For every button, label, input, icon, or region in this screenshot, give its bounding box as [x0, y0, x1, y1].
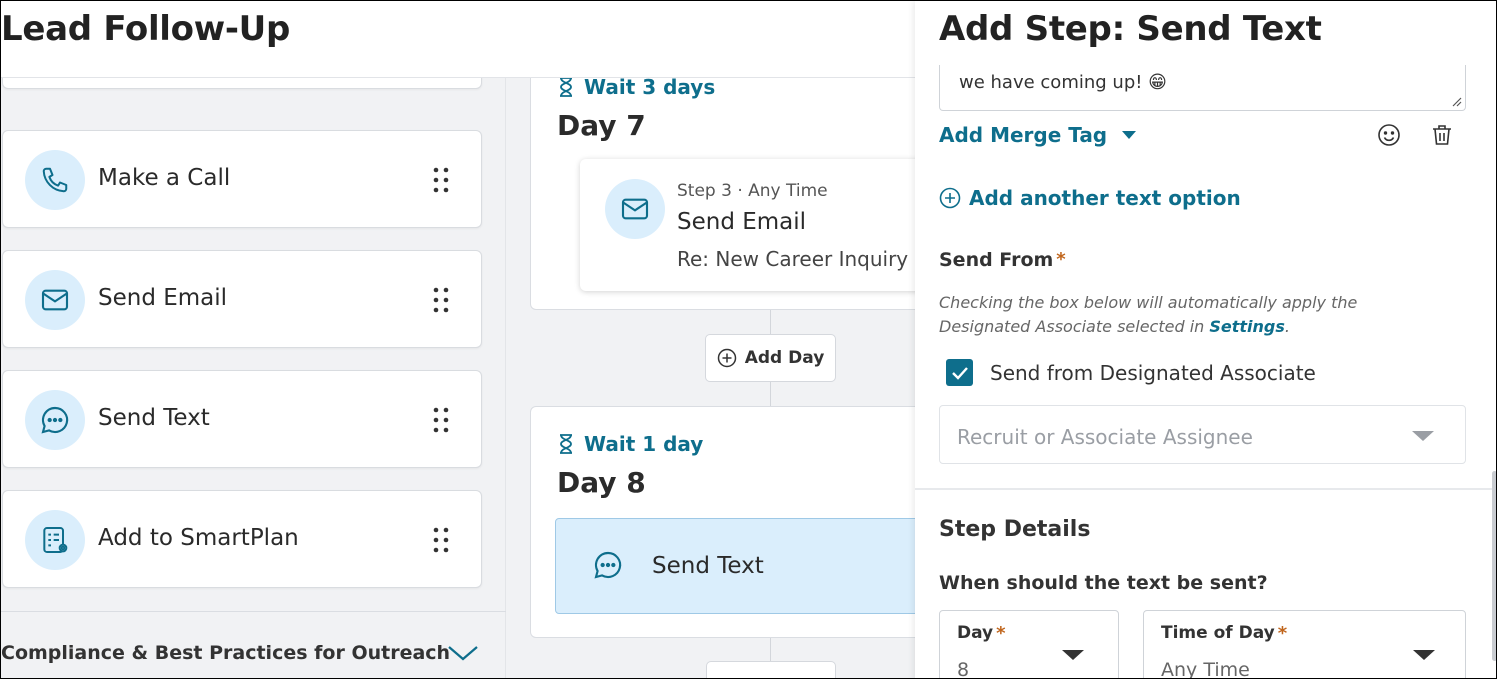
wait-text: Wait 3 days [584, 75, 716, 99]
drag-handle-icon[interactable] [431, 286, 451, 314]
add-text-option-button[interactable]: Add another text option [939, 186, 1241, 210]
add-day-label: Add Day [744, 348, 825, 368]
add-day-button[interactable]: Add Day [705, 334, 836, 382]
action-label: Add to SmartPlan [98, 525, 299, 551]
add-merge-tag-dropdown[interactable]: Add Merge Tag [939, 123, 1137, 147]
checkmark-icon [951, 366, 968, 380]
app-window: Make a Call Send Email Send Text Add to … [0, 0, 1497, 679]
hourglass-icon [560, 434, 572, 454]
chevron-down-icon[interactable] [447, 644, 479, 662]
caret-down-icon [1122, 131, 1137, 139]
step-card-text-selected[interactable]: Send Text [555, 518, 935, 614]
emoji-icon[interactable] [1377, 123, 1401, 147]
drag-handle-icon[interactable] [431, 526, 451, 554]
hourglass-icon [560, 77, 572, 97]
help-text-body: Checking the box below will automaticall… [939, 293, 1358, 336]
merge-tag-label: Add Merge Tag [939, 123, 1108, 147]
step-title: Send Text [652, 553, 764, 579]
checkbox-label[interactable]: Send from Designated Associate [990, 361, 1316, 385]
drag-handle-icon[interactable] [431, 406, 451, 434]
send-from-text: Send From [939, 249, 1054, 271]
page-header: Lead Follow-Up [1, 1, 915, 78]
add-day-button-partial[interactable] [706, 661, 836, 678]
day-label-text: Day [957, 623, 994, 643]
required-mark: * [1277, 623, 1288, 644]
designated-associate-checkbox[interactable] [946, 359, 973, 386]
assignee-select[interactable]: Recruit or Associate Assignee [939, 405, 1466, 464]
when-label: When should the text be sent? [939, 572, 1268, 594]
day-7-block: Wait 3 days Day 7 Step 3 · Any Time Send… [530, 51, 960, 310]
resize-handle-icon[interactable] [1450, 95, 1462, 107]
mail-icon [25, 270, 85, 330]
caret-down-icon [1413, 650, 1435, 660]
phone-icon [25, 150, 85, 210]
step-title: Send Email [677, 209, 807, 235]
help-text-end: . [1284, 317, 1290, 336]
action-send-text[interactable]: Send Text [2, 370, 482, 468]
step-meta: Step 3 · Any Time [677, 181, 828, 201]
day-title: Day 8 [557, 466, 646, 499]
caret-down-icon [1062, 650, 1084, 660]
add-option-label: Add another text option [969, 186, 1241, 210]
divider [915, 488, 1496, 490]
send-from-label: Send From * [939, 249, 1066, 271]
step-details-title: Step Details [939, 517, 1091, 542]
step-card-email[interactable]: Step 3 · Any Time Send Email Re: New Car… [580, 159, 960, 291]
day-field-value: 8 [957, 659, 970, 679]
smartplan-icon [25, 510, 85, 570]
wait-label: Wait 1 day [558, 432, 703, 456]
day-title: Day 7 [557, 109, 646, 142]
wait-label: Wait 3 days [558, 75, 715, 99]
panel-title: Add Step: Send Text [939, 9, 1322, 49]
caret-down-icon [1412, 431, 1434, 441]
settings-link[interactable]: Settings [1209, 317, 1285, 336]
trash-icon[interactable] [1430, 123, 1454, 147]
time-field-label: Time of Day * [1161, 623, 1287, 644]
plus-circle-icon [939, 187, 961, 209]
action-send-email[interactable]: Send Email [2, 250, 482, 348]
panel-scrollbar[interactable] [1492, 471, 1496, 661]
page-title: Lead Follow-Up [1, 9, 290, 49]
actions-panel: Make a Call Send Email Send Text Add to … [1, 1, 506, 678]
step-subject: Re: New Career Inquiry [677, 247, 909, 271]
plus-circle-icon [717, 348, 736, 368]
chat-icon [594, 551, 622, 579]
action-label: Send Email [98, 285, 228, 311]
message-textarea[interactable]: we have coming up! 😁 [939, 65, 1466, 111]
help-text: Checking the box below will automaticall… [939, 291, 1409, 339]
mail-icon [605, 179, 665, 239]
required-mark: * [996, 623, 1006, 644]
message-text: we have coming up! 😁 [959, 72, 1167, 93]
day-field-label: Day * [957, 623, 1006, 644]
assignee-placeholder: Recruit or Associate Assignee [957, 425, 1253, 449]
required-mark: * [1056, 249, 1066, 270]
compliance-title: Compliance & Best Practices for Outreach [1, 642, 451, 664]
chat-icon [25, 390, 85, 450]
action-label: Make a Call [98, 165, 231, 191]
time-field-value: Any Time [1161, 659, 1250, 679]
compliance-section[interactable]: Compliance & Best Practices for Outreach [1, 611, 506, 678]
day-select[interactable]: Day * 8 [939, 610, 1119, 679]
wait-text: Wait 1 day [584, 432, 704, 456]
timeline: Wait 3 days Day 7 Step 3 · Any Time Send… [506, 1, 960, 678]
action-make-call[interactable]: Make a Call [2, 130, 482, 228]
time-label-text: Time of Day [1161, 623, 1275, 643]
action-label: Send Text [98, 405, 210, 431]
add-step-panel: Add Step: Send Text we have coming up! 😁… [915, 1, 1496, 679]
action-add-smartplan[interactable]: Add to SmartPlan [2, 490, 482, 588]
time-of-day-select[interactable]: Time of Day * Any Time [1143, 610, 1466, 679]
drag-handle-icon[interactable] [431, 166, 451, 194]
